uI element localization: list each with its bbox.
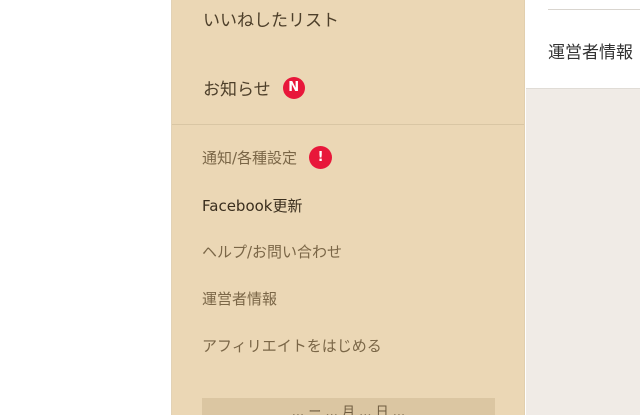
menu-item-label: お知らせ	[203, 80, 271, 100]
menu-item-notices[interactable]: お知らせ N	[203, 75, 305, 100]
menu-item-label: 運営者情報	[202, 290, 278, 308]
menu-item-label: アフィリエイトをはじめる	[202, 337, 382, 355]
menu-item-operator-info[interactable]: 運営者情報	[202, 288, 277, 309]
menu-item-affiliate[interactable]: アフィリエイトをはじめる	[202, 335, 382, 356]
side-menu: いいねしたリスト お知らせ N 通知/各種設定 ! Facebook更新 ヘルプ…	[171, 0, 525, 415]
menu-item-notification-settings[interactable]: 通知/各種設定 !	[202, 146, 333, 169]
menu-item-label: 通知/各種設定	[202, 149, 298, 167]
new-badge-icon: N	[282, 76, 305, 99]
alert-exclamation-icon: !	[309, 146, 333, 169]
menu-item-facebook-update[interactable]: Facebook更新	[202, 195, 302, 216]
menu-item-liked-list[interactable]: いいねしたリスト	[203, 6, 339, 31]
bottom-banner-text: ... ー ... 月 ... 日 ...	[291, 405, 406, 415]
content-card[interactable]: 運営者情報	[526, 0, 640, 89]
bottom-banner[interactable]: ... ー ... 月 ... 日 ...	[202, 398, 495, 415]
card-divider	[548, 9, 640, 10]
card-title: 運営者情報	[548, 43, 633, 63]
menu-item-label: いいねしたリスト	[203, 11, 339, 31]
menu-item-label: Facebook更新	[202, 197, 303, 215]
page-margin	[0, 0, 171, 415]
menu-item-label: ヘルプ/お問い合わせ	[202, 243, 343, 261]
main-content-area: 運営者情報	[526, 0, 640, 415]
menu-divider	[172, 124, 524, 125]
menu-item-help-contact[interactable]: ヘルプ/お問い合わせ	[202, 241, 342, 262]
